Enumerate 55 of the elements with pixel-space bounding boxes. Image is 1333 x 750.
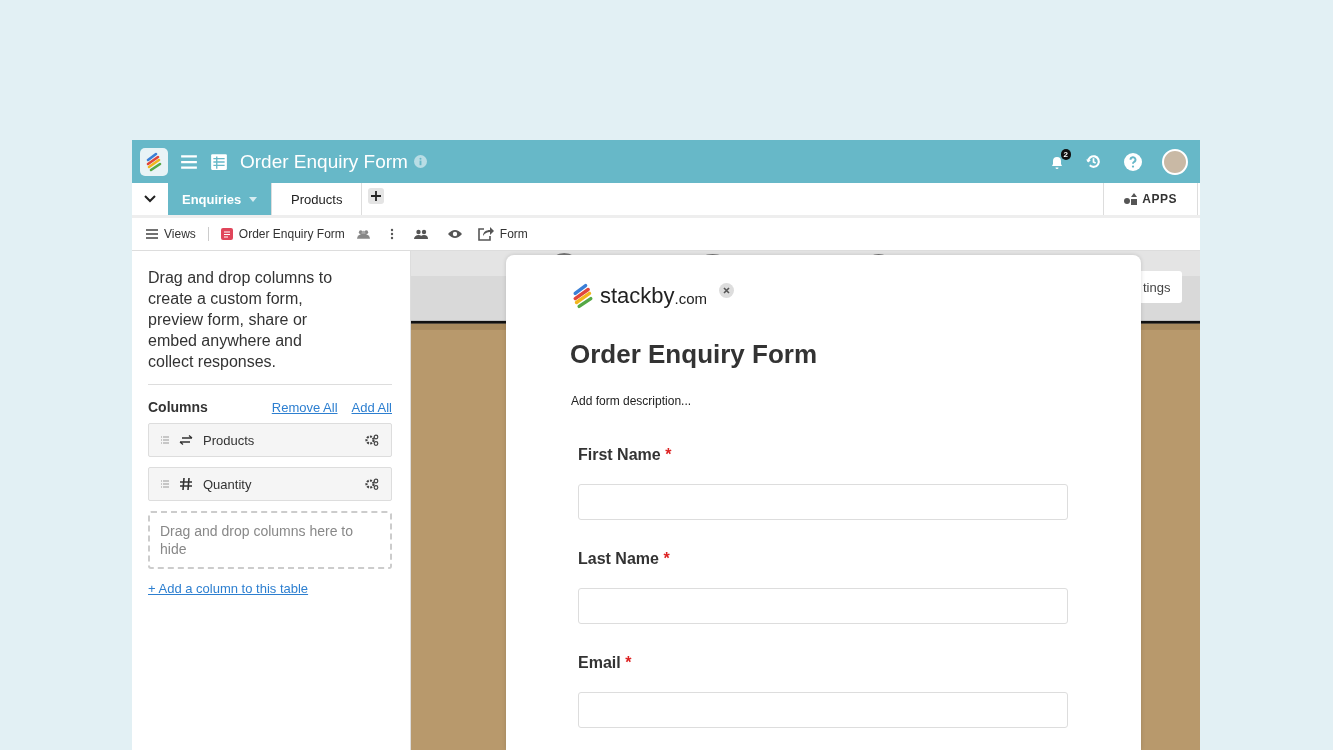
add-table-button[interactable] [368, 188, 385, 204]
eye-icon[interactable] [447, 229, 462, 239]
share-form-button[interactable]: Form [477, 227, 528, 241]
help-text: Drag and drop columns to create a custom form, preview form, share or embed anywhere and collect responses. [148, 268, 334, 372]
settings-button[interactable]: tings [1141, 271, 1183, 303]
required-mark: * [625, 654, 632, 671]
view-selector[interactable]: Order Enquiry Form [220, 227, 345, 241]
column-item[interactable]: Quantity [148, 467, 392, 501]
users-icon[interactable] [413, 229, 428, 239]
required-mark: * [665, 446, 672, 463]
input-field[interactable] [578, 484, 1068, 520]
link-field-icon [179, 435, 193, 445]
remove-all-link[interactable]: Remove All [271, 399, 338, 415]
field-label: Last Name * [578, 550, 671, 568]
menu-icon[interactable] [180, 152, 198, 171]
more-icon[interactable] [389, 228, 394, 240]
apps-button[interactable]: APPS [1103, 183, 1198, 215]
gears-icon[interactable] [365, 434, 379, 446]
number-field-icon [179, 477, 193, 491]
history-icon[interactable] [1085, 153, 1102, 170]
close-icon [723, 287, 731, 294]
plus-icon [371, 191, 382, 201]
brand-name: stackby [600, 283, 675, 309]
window-title: Order Enquiry Form [240, 150, 408, 173]
form-view-icon [220, 228, 233, 240]
share-icon [477, 227, 494, 241]
drag-handle-icon[interactable] [161, 436, 169, 444]
add-all-link[interactable]: Add All [351, 399, 392, 415]
input-field[interactable] [578, 692, 1068, 728]
field-label: First Name * [578, 446, 673, 464]
brand-domain: .com [674, 290, 708, 307]
columns-heading: Columns [148, 399, 209, 415]
shapes-icon [1124, 193, 1139, 205]
table-icon [210, 152, 228, 171]
column-item[interactable]: Products [148, 423, 392, 457]
gears-icon[interactable] [365, 478, 379, 490]
form-description[interactable]: Add form description... [571, 394, 1069, 408]
app-logo[interactable] [140, 147, 168, 176]
required-mark: * [663, 550, 670, 567]
drag-handle-icon[interactable] [161, 480, 169, 488]
chevron-down-icon [144, 195, 156, 203]
hide-drop-zone[interactable]: Drag and drop columns here to hide [148, 511, 392, 569]
menu-icon [146, 229, 158, 239]
user-avatar[interactable] [1162, 148, 1188, 175]
people-icon[interactable] [356, 229, 370, 239]
notification-badge: 2 [1060, 148, 1071, 160]
logo-icon [144, 151, 164, 172]
field-label: Email * [578, 654, 633, 672]
caret-icon [249, 196, 258, 202]
form-title: Order Enquiry Form [570, 339, 819, 370]
remove-logo-button[interactable] [719, 283, 735, 298]
add-column-link[interactable]: + Add a column to this table [148, 581, 309, 596]
input-field[interactable] [578, 588, 1068, 624]
help-icon[interactable] [1124, 152, 1142, 171]
views-button[interactable]: Views [146, 227, 196, 241]
